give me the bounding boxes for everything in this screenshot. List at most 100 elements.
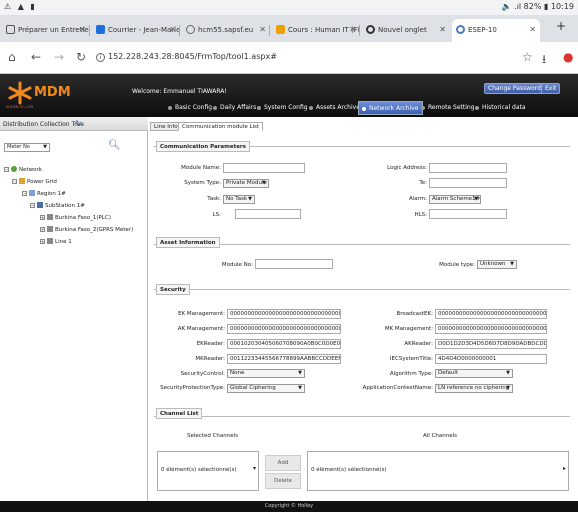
section-title: Communication Parameters [156,141,250,152]
tree-node-network[interactable]: − Network [4,166,42,173]
system-type-select[interactable]: Private Module ▼ [223,179,269,188]
mk-management-input[interactable]: 00000000000000000000000000000000 [435,324,547,334]
collapse-icon[interactable]: − [4,167,9,172]
browser-tab[interactable]: hcm55.sapsf.eu ✕ [182,19,270,42]
reload-icon[interactable]: ↻ [76,50,86,64]
refresh-icon[interactable]: ↻ [75,119,82,128]
chevron-down-icon: ▼ [506,385,510,391]
chevron-down-icon: ▸ [562,465,566,472]
hls-input[interactable] [429,209,507,219]
browser-tab[interactable]: Préparer un Entretien ✕ [2,19,90,42]
close-tab-icon[interactable]: ✕ [79,25,86,34]
new-tab-icon[interactable]: + [556,19,566,33]
tree-node-substation[interactable]: − SubStation 1# [30,202,85,209]
delete-channel-button[interactable]: Delete [265,473,301,489]
search-icon[interactable]: 🔍︎ [108,140,121,151]
tree-node-line[interactable]: + Burkina Faso_2(GPRS Meter) [40,226,133,233]
close-tab-icon[interactable]: ✕ [169,25,176,34]
browser-tab[interactable]: Nouvel onglet ✕ [362,19,450,42]
exit-button[interactable]: Exit [541,83,561,94]
field-label: Logic Address: [387,165,427,171]
download-icon[interactable]: ⭳ [542,50,546,71]
back-icon[interactable]: ← [31,50,41,64]
selected-channels-list[interactable]: 0 élément(s) sélectionné(s) ▾ [157,451,259,491]
address-bar[interactable]: i 152.228.243.28:8045/FrmTop/tool1.aspx# [96,49,506,66]
browser-tab[interactable]: Cours : Human IT (FR) ✕ [272,19,360,42]
all-channels-list[interactable]: 0 élément(s) sélectionné(s) ▸ [307,451,569,491]
close-tab-icon[interactable]: ✕ [259,25,266,34]
browser-tab[interactable]: Courrier - Jean-Marie ✕ [92,19,180,42]
collapse-icon[interactable]: − [22,191,27,196]
line-icon [47,226,53,232]
menu-remote-setting[interactable]: Remote Setting [418,101,479,115]
section-title: Asset Information [156,237,220,248]
ls-input[interactable] [235,209,301,219]
menu-basic-config[interactable]: Basic Config [165,101,216,115]
collapse-icon[interactable]: − [12,179,17,184]
security-protection-select[interactable]: Global Ciphering ▼ [227,384,305,393]
mkreader-input[interactable]: 00112233445566778899AABBCCDDEEFF [227,354,341,364]
field-label: EK Management: [178,311,225,317]
module-type-select[interactable]: Unknown ▼ [477,260,517,269]
field-label: Module Name: [181,165,221,171]
module-name-input[interactable] [223,163,305,173]
power-grid-icon [19,178,25,184]
menu-network-archive[interactable]: Network Archive [358,101,424,115]
close-tab-icon[interactable]: ✕ [439,25,446,34]
logic-address-input[interactable] [429,163,507,173]
change-password-button[interactable]: Change Password [484,83,545,94]
menu-assets-archive[interactable]: Assets Archive [306,101,364,115]
search-type-select[interactable]: Meter No ▼ [4,143,50,152]
logo-text: MDM [34,85,71,100]
info-icon[interactable]: i [96,53,105,62]
extension-icon[interactable]: ● [563,50,573,64]
chevron-down-icon: ▼ [248,196,252,202]
broadcast-ek-input[interactable]: 00000000000000000000000000000000 [435,309,547,319]
chevron-down-icon: ▼ [298,370,302,376]
security-control-select[interactable]: None ▼ [227,369,305,378]
module-no-input[interactable] [255,259,333,269]
home-icon[interactable]: ⌂ [8,50,16,64]
collapse-icon[interactable]: − [30,203,35,208]
add-channel-button[interactable]: Add [265,455,301,471]
ek-management-input[interactable]: 00000000000000000000000000000000 [227,309,341,319]
browser-tab-active[interactable]: ESEP-10 ✕ [452,19,540,42]
tree-node-line[interactable]: + Burkina Faso_1(PLC) [40,214,111,221]
task-select[interactable]: No Task ▼ [223,195,255,204]
menu-historical-data[interactable]: Historical data [472,101,530,115]
alarm-select[interactable]: Alarm Scheme1# ▼ [429,195,481,204]
expand-icon[interactable]: + [40,215,45,220]
close-tab-icon[interactable]: ✕ [349,25,356,34]
tree-node-power-grid[interactable]: − Power Grid [12,178,57,185]
app-context-select[interactable]: LN reference no ciphering ▼ [435,384,513,393]
menu-system-config[interactable]: System Config [254,101,312,115]
tree-node-region[interactable]: − Region 1# [22,190,66,197]
chevron-down-icon: ▼ [506,370,510,376]
logo-star-icon [8,81,32,105]
bookmark-star-icon[interactable]: ☆ [522,50,533,64]
algorithm-type-select[interactable]: Default ▼ [435,369,513,378]
ak-management-input[interactable]: 00000000000000000000000000000000 [227,324,341,334]
distribution-tree-panel: Distribution Collection Tree ↻ Meter No ▼… [0,117,148,502]
forward-icon[interactable]: → [54,50,64,64]
welcome-text: Welcome: Emmanuel TIAWARA! [132,88,227,95]
akreader-input[interactable]: D0D1D2D3D4D5D6D7D8D9DADBDCDDDEDF [435,339,547,349]
substation-icon [37,202,43,208]
te-input[interactable] [429,178,507,188]
tab-line-info[interactable]: Line Info [150,122,182,131]
tree-node-line[interactable]: + Line 1 [40,238,72,245]
expand-icon[interactable]: + [40,239,45,244]
system-title-input[interactable]: 4D4D4D0000000001 [435,354,547,364]
field-label: AKReader: [404,341,433,347]
field-label: ApplicationContextName: [362,385,433,391]
close-tab-icon[interactable]: ✕ [529,25,536,34]
menu-daily-affairs[interactable]: Daily Affairs [210,101,260,115]
status-system-info: 🔈 .ıl 82% ▮ 10:19 [501,2,574,11]
selected-channels-label: Selected Channels [187,433,239,439]
browser-toolbar: ⌂ ← → ↻ i 152.228.243.28:8045/FrmTop/tool… [0,42,578,74]
expand-icon[interactable]: + [40,227,45,232]
tab-communication-module-list[interactable]: Communication module List [178,122,264,131]
field-label: Task: [207,196,221,202]
field-label: LS: [212,212,221,218]
ekreader-input[interactable]: 000102030405060708090A0B0C0D0E0F [227,339,341,349]
